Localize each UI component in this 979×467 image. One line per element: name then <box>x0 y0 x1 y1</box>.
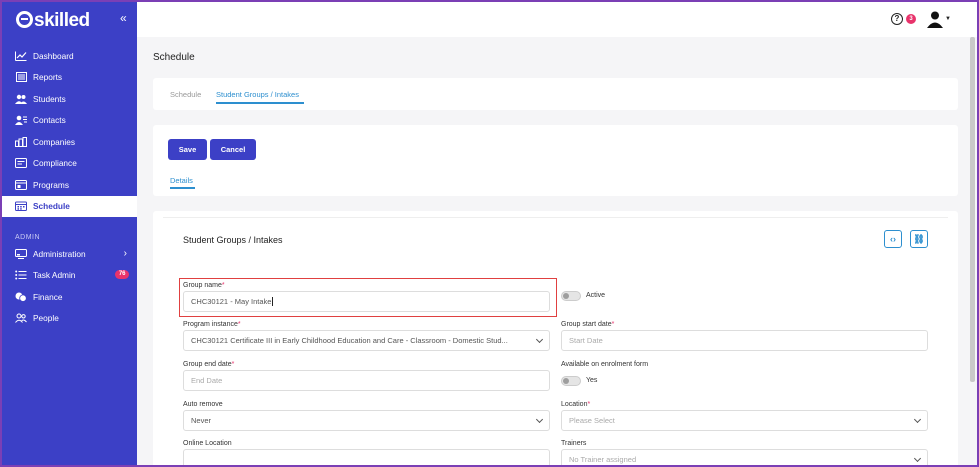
sidebar-item-contacts[interactable]: Contacts <box>2 110 137 132</box>
text-cursor <box>272 297 274 306</box>
sidebar-item-label: Administration <box>33 248 86 259</box>
actions-card: Save Cancel Details <box>153 125 958 196</box>
sidebar-item-label: Students <box>33 93 66 104</box>
sidebar-item-compliance[interactable]: Compliance <box>2 153 137 175</box>
program-instance-value: CHC30121 Certificate III in Early Childh… <box>191 336 508 345</box>
active-toggle-label: Active <box>586 292 606 299</box>
calendar-icon <box>15 201 27 212</box>
trainers-placeholder: No Trainer assigned <box>569 455 637 464</box>
user-menu-caret-icon[interactable]: ▼ <box>945 16 951 22</box>
sidebar-item-students[interactable]: Students <box>2 88 137 110</box>
active-toggle[interactable] <box>561 291 581 301</box>
chevron-down-icon <box>913 415 922 424</box>
sidebar-item-label: Dashboard <box>33 50 74 61</box>
online-location-label: Online Location <box>183 440 232 447</box>
contacts-icon <box>15 115 27 126</box>
program-instance-select[interactable]: CHC30121 Certificate III in Early Childh… <box>183 330 550 351</box>
chart-line-icon <box>15 51 27 61</box>
reports-icon <box>15 72 27 83</box>
sidebar-item-programs[interactable]: Programs <box>2 174 137 196</box>
sidebar-item-label: Reports <box>33 72 63 83</box>
sidebar-item-finance[interactable]: Finance <box>2 286 137 308</box>
help-icon[interactable]: ? <box>891 13 903 25</box>
sidebar-item-label: Schedule <box>33 201 70 212</box>
sidebar-item-label: Companies <box>33 136 75 147</box>
logo-text: skilled <box>34 10 90 31</box>
link-icon[interactable]: ⛓ <box>910 230 928 248</box>
chevron-down-icon <box>913 454 922 463</box>
auto-remove-value: Never <box>191 416 212 425</box>
admin-section-label: ADMIN <box>15 234 41 241</box>
auto-remove-select[interactable]: Never <box>183 410 550 431</box>
collapse-sidebar-icon[interactable]: « <box>120 11 127 25</box>
list-icon <box>15 270 27 280</box>
page-scrollbar[interactable] <box>970 37 975 382</box>
tabs-card: Schedule Student Groups / Intakes <box>153 78 958 110</box>
sidebar-nav: Dashboard Reports Students Contacts Comp… <box>2 45 137 329</box>
sidebar-item-label: People <box>33 313 59 324</box>
monitor-icon <box>15 248 27 259</box>
section-title: Student Groups / Intakes <box>183 235 283 245</box>
cancel-button[interactable]: Cancel <box>210 139 256 160</box>
page-title: Schedule <box>153 52 195 63</box>
sidebar-item-label: Contacts <box>33 115 66 126</box>
sidebar-item-administration[interactable]: Administration › <box>2 243 137 265</box>
tab-student-groups[interactable]: Student Groups / Intakes <box>216 90 299 99</box>
sidebar-item-reports[interactable]: Reports <box>2 67 137 89</box>
online-location-input[interactable] <box>183 449 550 465</box>
group-name-label: Group name* <box>183 282 225 289</box>
group-end-date-input[interactable]: End Date <box>183 370 550 391</box>
save-button[interactable]: Save <box>168 139 207 160</box>
active-tab-underline <box>216 102 304 104</box>
building-icon <box>15 136 27 147</box>
sidebar-item-label: Programs <box>33 179 69 190</box>
people-icon <box>15 313 27 324</box>
sidebar-item-label: Finance <box>33 291 63 302</box>
location-label: Location* <box>561 401 591 408</box>
group-start-date-input[interactable]: Start Date <box>561 330 928 351</box>
user-avatar-icon[interactable] <box>926 10 944 28</box>
coins-icon <box>15 292 27 302</box>
auto-remove-label: Auto remove <box>183 401 223 408</box>
users-icon <box>15 94 27 104</box>
sidebar-item-schedule[interactable]: Schedule <box>2 195 137 217</box>
group-name-value: CHC30121 - May Intake <box>191 297 272 306</box>
task-count-badge: 76 <box>115 269 129 279</box>
tab-schedule[interactable]: Schedule <box>170 90 201 99</box>
sidebar-item-dashboard[interactable]: Dashboard <box>2 45 137 67</box>
tab-details[interactable]: Details <box>170 176 193 185</box>
sidebar-item-companies[interactable]: Companies <box>2 131 137 153</box>
enrolment-form-toggle[interactable] <box>561 376 581 386</box>
logo-e-icon <box>16 11 33 28</box>
trainers-label: Trainers <box>561 440 587 447</box>
notification-badge[interactable]: 3 <box>906 14 916 24</box>
compliance-icon <box>15 158 27 169</box>
topbar: ? 3 ▼ <box>137 2 977 37</box>
enrolment-form-label: Available on enrolment form <box>561 361 649 368</box>
chevron-down-icon <box>535 335 544 344</box>
code-view-icon[interactable]: ‹› <box>884 230 902 248</box>
location-placeholder: Please Select <box>569 416 615 425</box>
app-window: skilled « Dashboard Reports Students Con… <box>0 0 979 467</box>
group-end-date-label: Group end date* <box>183 361 235 368</box>
chevron-right-icon: › <box>123 248 127 260</box>
enrolment-toggle-label: Yes <box>586 377 598 384</box>
program-instance-label: Program instance* <box>183 321 241 328</box>
sidebar-item-people[interactable]: People <box>2 308 137 330</box>
trainers-select[interactable]: No Trainer assigned <box>561 449 928 465</box>
location-select[interactable]: Please Select <box>561 410 928 431</box>
programs-icon <box>15 179 27 190</box>
chevron-down-icon <box>535 415 544 424</box>
group-start-date-label: Group start date* <box>561 321 615 328</box>
sidebar-item-label: Compliance <box>33 158 77 169</box>
details-tab-underline <box>170 187 195 189</box>
sidebar-item-task-admin[interactable]: Task Admin 76 <box>2 265 137 287</box>
logo[interactable]: skilled <box>16 10 90 32</box>
group-name-input[interactable]: CHC30121 - May Intake <box>183 291 550 312</box>
sidebar: skilled « Dashboard Reports Students Con… <box>2 2 137 465</box>
sidebar-item-label: Task Admin <box>33 270 76 281</box>
